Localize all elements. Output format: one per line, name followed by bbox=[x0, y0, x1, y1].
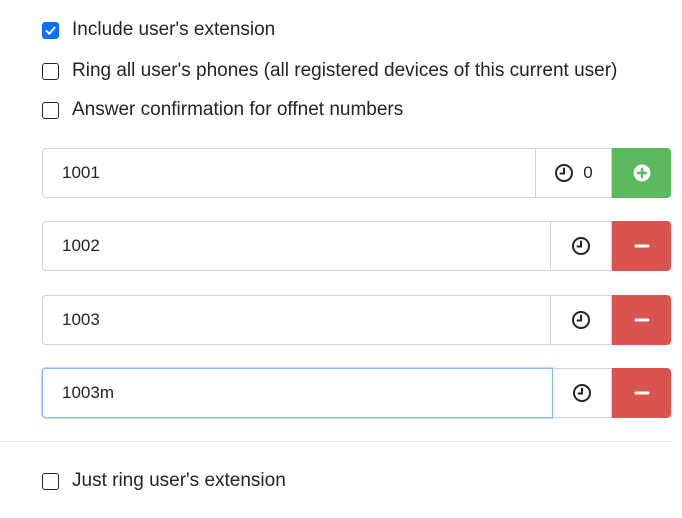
just-ring-extension-label: Just ring user's extension bbox=[72, 470, 286, 491]
include-extension-label: Include user's extension bbox=[72, 19, 276, 40]
delay-value: 0 bbox=[583, 163, 593, 182]
delay-addon[interactable] bbox=[551, 221, 612, 271]
just-ring-extension-option: Just ring user's extension bbox=[42, 469, 286, 493]
add-number-button[interactable] bbox=[612, 148, 671, 198]
include-extension-checkbox[interactable] bbox=[42, 21, 59, 39]
clock-icon bbox=[573, 384, 591, 402]
remove-number-button[interactable] bbox=[612, 221, 671, 271]
checkmark-icon bbox=[45, 26, 56, 35]
answer-confirmation-option: Answer confirmation for offnet numbers bbox=[42, 98, 403, 122]
number-row: 1002 bbox=[42, 221, 671, 271]
number-input[interactable]: 1001 bbox=[42, 148, 536, 198]
remove-number-button[interactable] bbox=[612, 295, 671, 345]
number-row: 1001 0 bbox=[42, 148, 671, 198]
delay-addon[interactable] bbox=[553, 368, 612, 418]
plus-circle-icon bbox=[633, 164, 650, 182]
section-divider bbox=[0, 441, 672, 442]
ring-all-phones-checkbox[interactable] bbox=[42, 62, 59, 80]
include-extension-option: Include user's extension bbox=[42, 18, 275, 42]
ring-all-phones-label: Ring all user's phones (all registered d… bbox=[72, 60, 618, 81]
number-row: 1003m bbox=[42, 368, 671, 418]
minus-icon bbox=[634, 318, 649, 322]
delay-addon[interactable] bbox=[551, 295, 612, 345]
minus-icon bbox=[634, 244, 649, 248]
number-input[interactable]: 1002 bbox=[42, 221, 551, 271]
ring-all-phones-option: Ring all user's phones (all registered d… bbox=[42, 59, 617, 83]
just-ring-extension-checkbox[interactable] bbox=[42, 472, 59, 490]
minus-icon bbox=[634, 391, 649, 395]
remove-number-button[interactable] bbox=[612, 368, 671, 418]
answer-confirmation-checkbox[interactable] bbox=[42, 101, 59, 119]
number-input[interactable]: 1003m bbox=[42, 368, 553, 418]
number-input[interactable]: 1003 bbox=[42, 295, 551, 345]
clock-icon bbox=[555, 164, 574, 182]
delay-addon[interactable]: 0 bbox=[536, 148, 612, 198]
number-row: 1003 bbox=[42, 295, 671, 345]
clock-icon bbox=[572, 311, 590, 329]
answer-confirmation-label: Answer confirmation for offnet numbers bbox=[72, 99, 404, 120]
clock-icon bbox=[572, 237, 590, 255]
